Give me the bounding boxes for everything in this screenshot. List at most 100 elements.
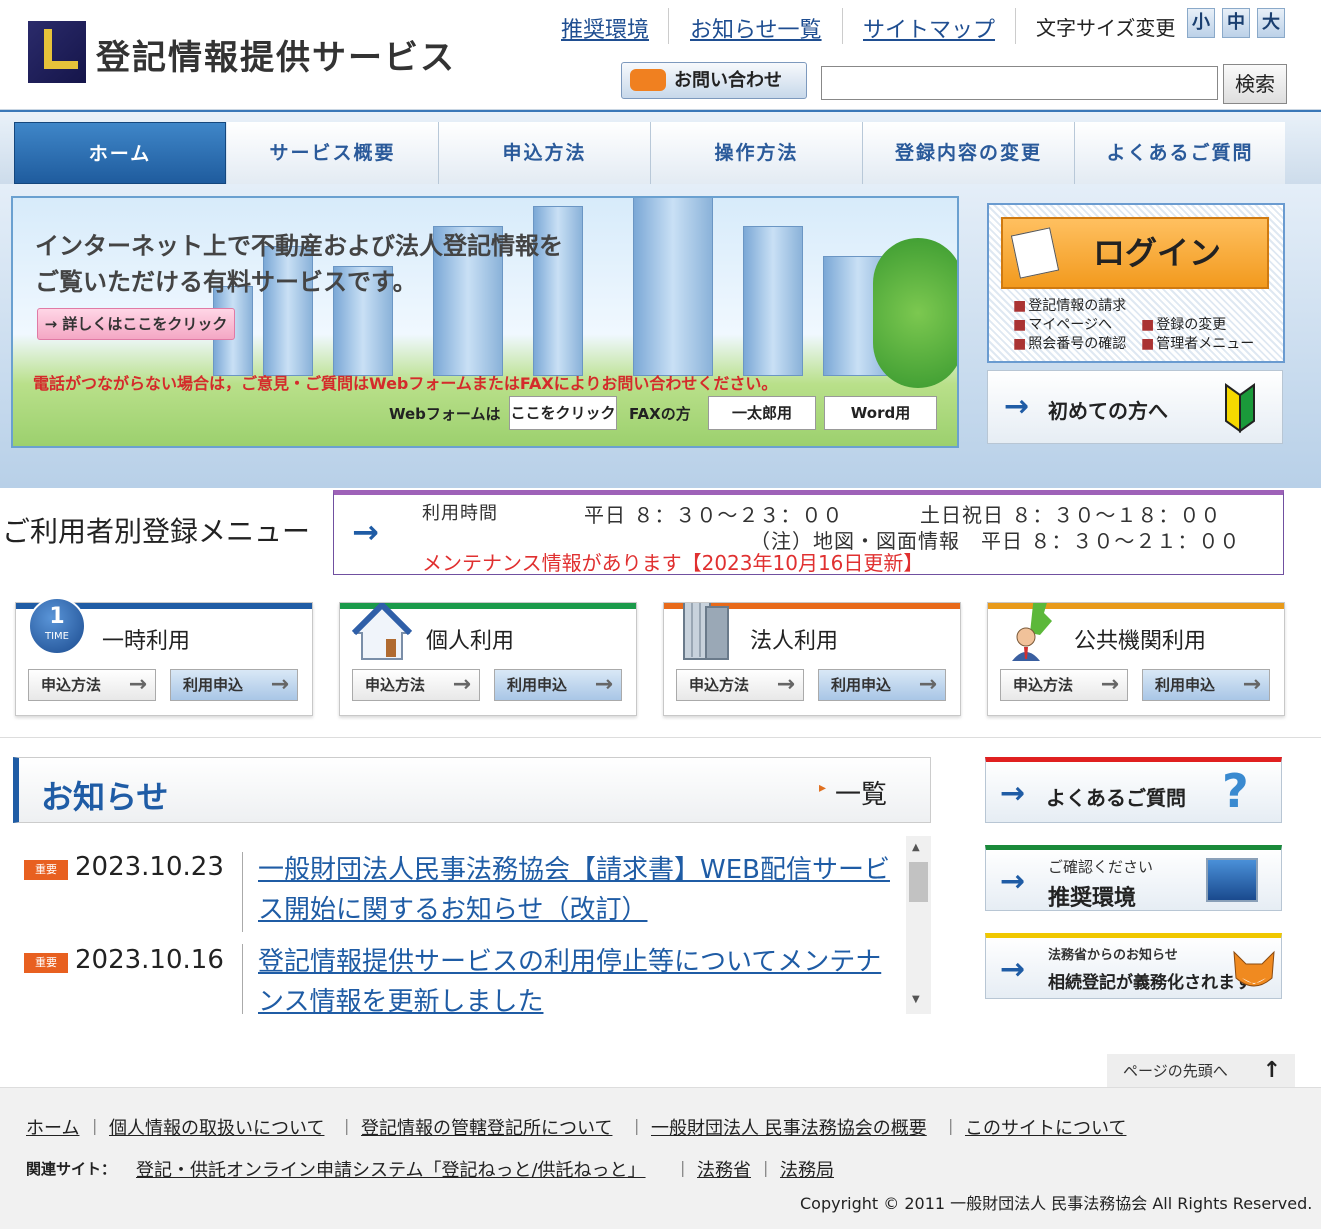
site-header: 登記情報提供サービス 推奨環境 お知らせ一覧 サイトマップ 文字サイズ変更 小 …	[0, 0, 1321, 110]
news-all-link[interactable]: 一覧	[835, 774, 887, 811]
login-panel: ログイン 登記情報の請求 マイページへ 登録の変更 照会番号の確認 管理者メニュ…	[987, 203, 1285, 363]
nav-change-registration[interactable]: 登録内容の変更	[863, 122, 1075, 184]
arrow-right-icon: →	[1242, 672, 1261, 697]
login-link-mypage[interactable]: マイページへ	[1013, 314, 1112, 334]
login-button[interactable]: ログイン	[1001, 217, 1269, 289]
nav-faq[interactable]: よくあるご質問	[1075, 122, 1285, 184]
footer-about-org-link[interactable]: 一般財団法人 民事法務協会の概要	[651, 1114, 927, 1140]
building-image	[743, 226, 803, 376]
beginner-mark-icon	[1225, 383, 1255, 433]
search-button[interactable]: 検索	[1223, 64, 1287, 104]
separator: |	[344, 1116, 350, 1135]
nav-home[interactable]: ホーム	[14, 122, 226, 184]
site-logo-icon[interactable]	[28, 21, 86, 83]
hero-notice: 電話がつながらない場合は，ご意見・ご質問はWebフォームまたはFAXによりお問い…	[33, 374, 778, 393]
side-env-link[interactable]: → ご確認ください 推奨環境	[985, 845, 1282, 911]
nav-apply-method[interactable]: 申込方法	[439, 122, 651, 184]
one-time-icon: 1 TIME	[28, 597, 88, 663]
web-form-button[interactable]: ここをクリック	[509, 396, 617, 430]
arrow-up-icon: ↑	[1262, 1058, 1281, 1083]
card-title: 一時利用	[102, 629, 191, 654]
sitemap-link[interactable]: サイトマップ	[863, 12, 995, 44]
scroll-up-icon[interactable]: ▲	[912, 842, 920, 853]
news-list: 重要 2023.10.23 一般財団法人民事法務協会【請求書】WEB配信サービス…	[13, 836, 931, 1014]
divider	[242, 944, 243, 1014]
side-faq-link[interactable]: → よくあるご質問 ?	[985, 757, 1282, 823]
related-moj-link[interactable]: 法務省	[697, 1156, 751, 1182]
footer-privacy-link[interactable]: 個人情報の取扱いについて	[109, 1114, 324, 1140]
registration-menu-title: ご利用者別登録メニュー	[2, 515, 311, 548]
footer-home-link[interactable]: ホーム	[26, 1114, 79, 1140]
public-apply-button[interactable]: 利用申込 →	[1142, 669, 1270, 701]
card-title: 個人利用	[426, 629, 515, 654]
login-link-admin[interactable]: 管理者メニュー	[1141, 333, 1254, 353]
news-item-link[interactable]: 登記情報提供サービスの利用停止等についてメンテナンス情報を更新しました	[258, 942, 898, 1014]
hours-box[interactable]: → 利用時間 平日 ８：３０～２３：００ 土日祝日 ８：３０～１８：００ （注）…	[333, 490, 1284, 575]
button-label: 利用申込	[1155, 676, 1216, 694]
related-sites-label: 関連サイト：	[26, 1160, 117, 1178]
first-time-button[interactable]: → 初めての方へ	[987, 370, 1283, 444]
card-individual-use: 個人利用 申込方法 → 利用申込 →	[339, 602, 637, 716]
separator: |	[634, 1116, 640, 1135]
hours-weekend: 土日祝日 ８：３０～１８：００	[920, 503, 1222, 527]
hero-detail-button[interactable]: → 詳しくはここをクリック	[37, 308, 235, 340]
fax-label: FAXの方	[629, 405, 691, 423]
card-public-institution-use: 公共機関利用 申込方法 → 利用申込 →	[987, 602, 1285, 716]
temporary-apply-method-button[interactable]: 申込方法 →	[28, 669, 156, 701]
button-label: 利用申込	[831, 676, 892, 694]
separator: |	[763, 1158, 769, 1177]
arrow-right-icon: →	[1000, 776, 1026, 811]
footer: ホーム | 個人情報の取扱いについて | 登記情報の管轄登記所について | 一般…	[0, 1087, 1321, 1229]
font-size-small-button[interactable]: 小	[1187, 8, 1215, 38]
scroll-down-icon[interactable]: ▼	[912, 994, 920, 1005]
news-scrollbar[interactable]: ▲ ▼	[906, 836, 931, 1014]
font-size-medium-button[interactable]: 中	[1222, 8, 1250, 38]
temporary-apply-button[interactable]: 利用申込 →	[170, 669, 298, 701]
separator: |	[948, 1116, 954, 1135]
arrow-right-icon: →	[128, 672, 147, 697]
public-apply-method-button[interactable]: 申込方法 →	[1000, 669, 1128, 701]
fax-ichitaro-button[interactable]: 一太郎用	[708, 396, 816, 430]
nav-operation-method[interactable]: 操作方法	[651, 122, 863, 184]
news-header: お知らせ ▸ 一覧	[13, 757, 931, 823]
button-label: 申込方法	[689, 676, 750, 694]
divider	[242, 852, 243, 932]
one-time-icon-number: 1	[49, 604, 65, 629]
side-moj-link[interactable]: → 法務省からのお知らせ 相続登記が義務化されます	[985, 933, 1282, 999]
login-label: ログイン	[1093, 234, 1222, 272]
footer-registry-office-link[interactable]: 登記情報の管轄登記所について	[361, 1114, 612, 1140]
individual-apply-button[interactable]: 利用申込 →	[494, 669, 622, 701]
contact-label: お問い合わせ	[674, 70, 782, 91]
login-link-reference[interactable]: 照会番号の確認	[1013, 333, 1126, 353]
related-online-application-link[interactable]: 登記・供託オンライン申請システム「登記ねっと/供託ねっと」	[136, 1156, 646, 1182]
nav-service-overview[interactable]: サービス概要	[227, 122, 439, 184]
arrow-right-icon: →	[452, 672, 471, 697]
site-title[interactable]: 登記情報提供サービス	[96, 30, 456, 79]
contact-button[interactable]: お問い合わせ	[621, 62, 807, 99]
individual-apply-method-button[interactable]: 申込方法 →	[352, 669, 480, 701]
fax-word-button[interactable]: Word用	[824, 396, 937, 430]
fox-mascot-icon	[1233, 950, 1275, 987]
news-list-link[interactable]: お知らせ一覧	[690, 12, 822, 44]
login-link-change[interactable]: 登録の変更	[1141, 314, 1226, 334]
hours-label: 利用時間	[422, 503, 498, 524]
related-legal-affairs-bureau-link[interactable]: 法務局	[780, 1156, 834, 1182]
global-nav: ホーム サービス概要 申込方法 操作方法 登録内容の変更 よくあるご質問	[0, 110, 1321, 184]
corporate-apply-method-button[interactable]: 申込方法 →	[676, 669, 804, 701]
office-building-icon	[683, 603, 729, 660]
news-item-link[interactable]: 一般財団法人民事法務協会【請求書】WEB配信サービス開始に関するお知らせ（改訂）	[258, 850, 898, 930]
button-label: 申込方法	[365, 676, 426, 694]
login-link-request[interactable]: 登記情報の請求	[1013, 295, 1126, 315]
recommended-env-link[interactable]: 推奨環境	[561, 12, 649, 44]
button-label: 申込方法	[1013, 676, 1074, 694]
font-size-large-button[interactable]: 大	[1257, 8, 1285, 38]
footer-about-site-link[interactable]: このサイトについて	[965, 1114, 1126, 1140]
arrow-right-icon: →	[270, 672, 289, 697]
search-input[interactable]	[821, 66, 1218, 100]
corporate-apply-button[interactable]: 利用申込 →	[818, 669, 946, 701]
scrollbar-thumb[interactable]	[909, 862, 928, 902]
page-top-label: ページの先頭へ	[1123, 1062, 1228, 1080]
arrow-right-icon: →	[918, 672, 937, 697]
page-top-link[interactable]: ページの先頭へ ↑	[1107, 1054, 1295, 1088]
side-env-small: ご確認ください	[1048, 858, 1154, 876]
